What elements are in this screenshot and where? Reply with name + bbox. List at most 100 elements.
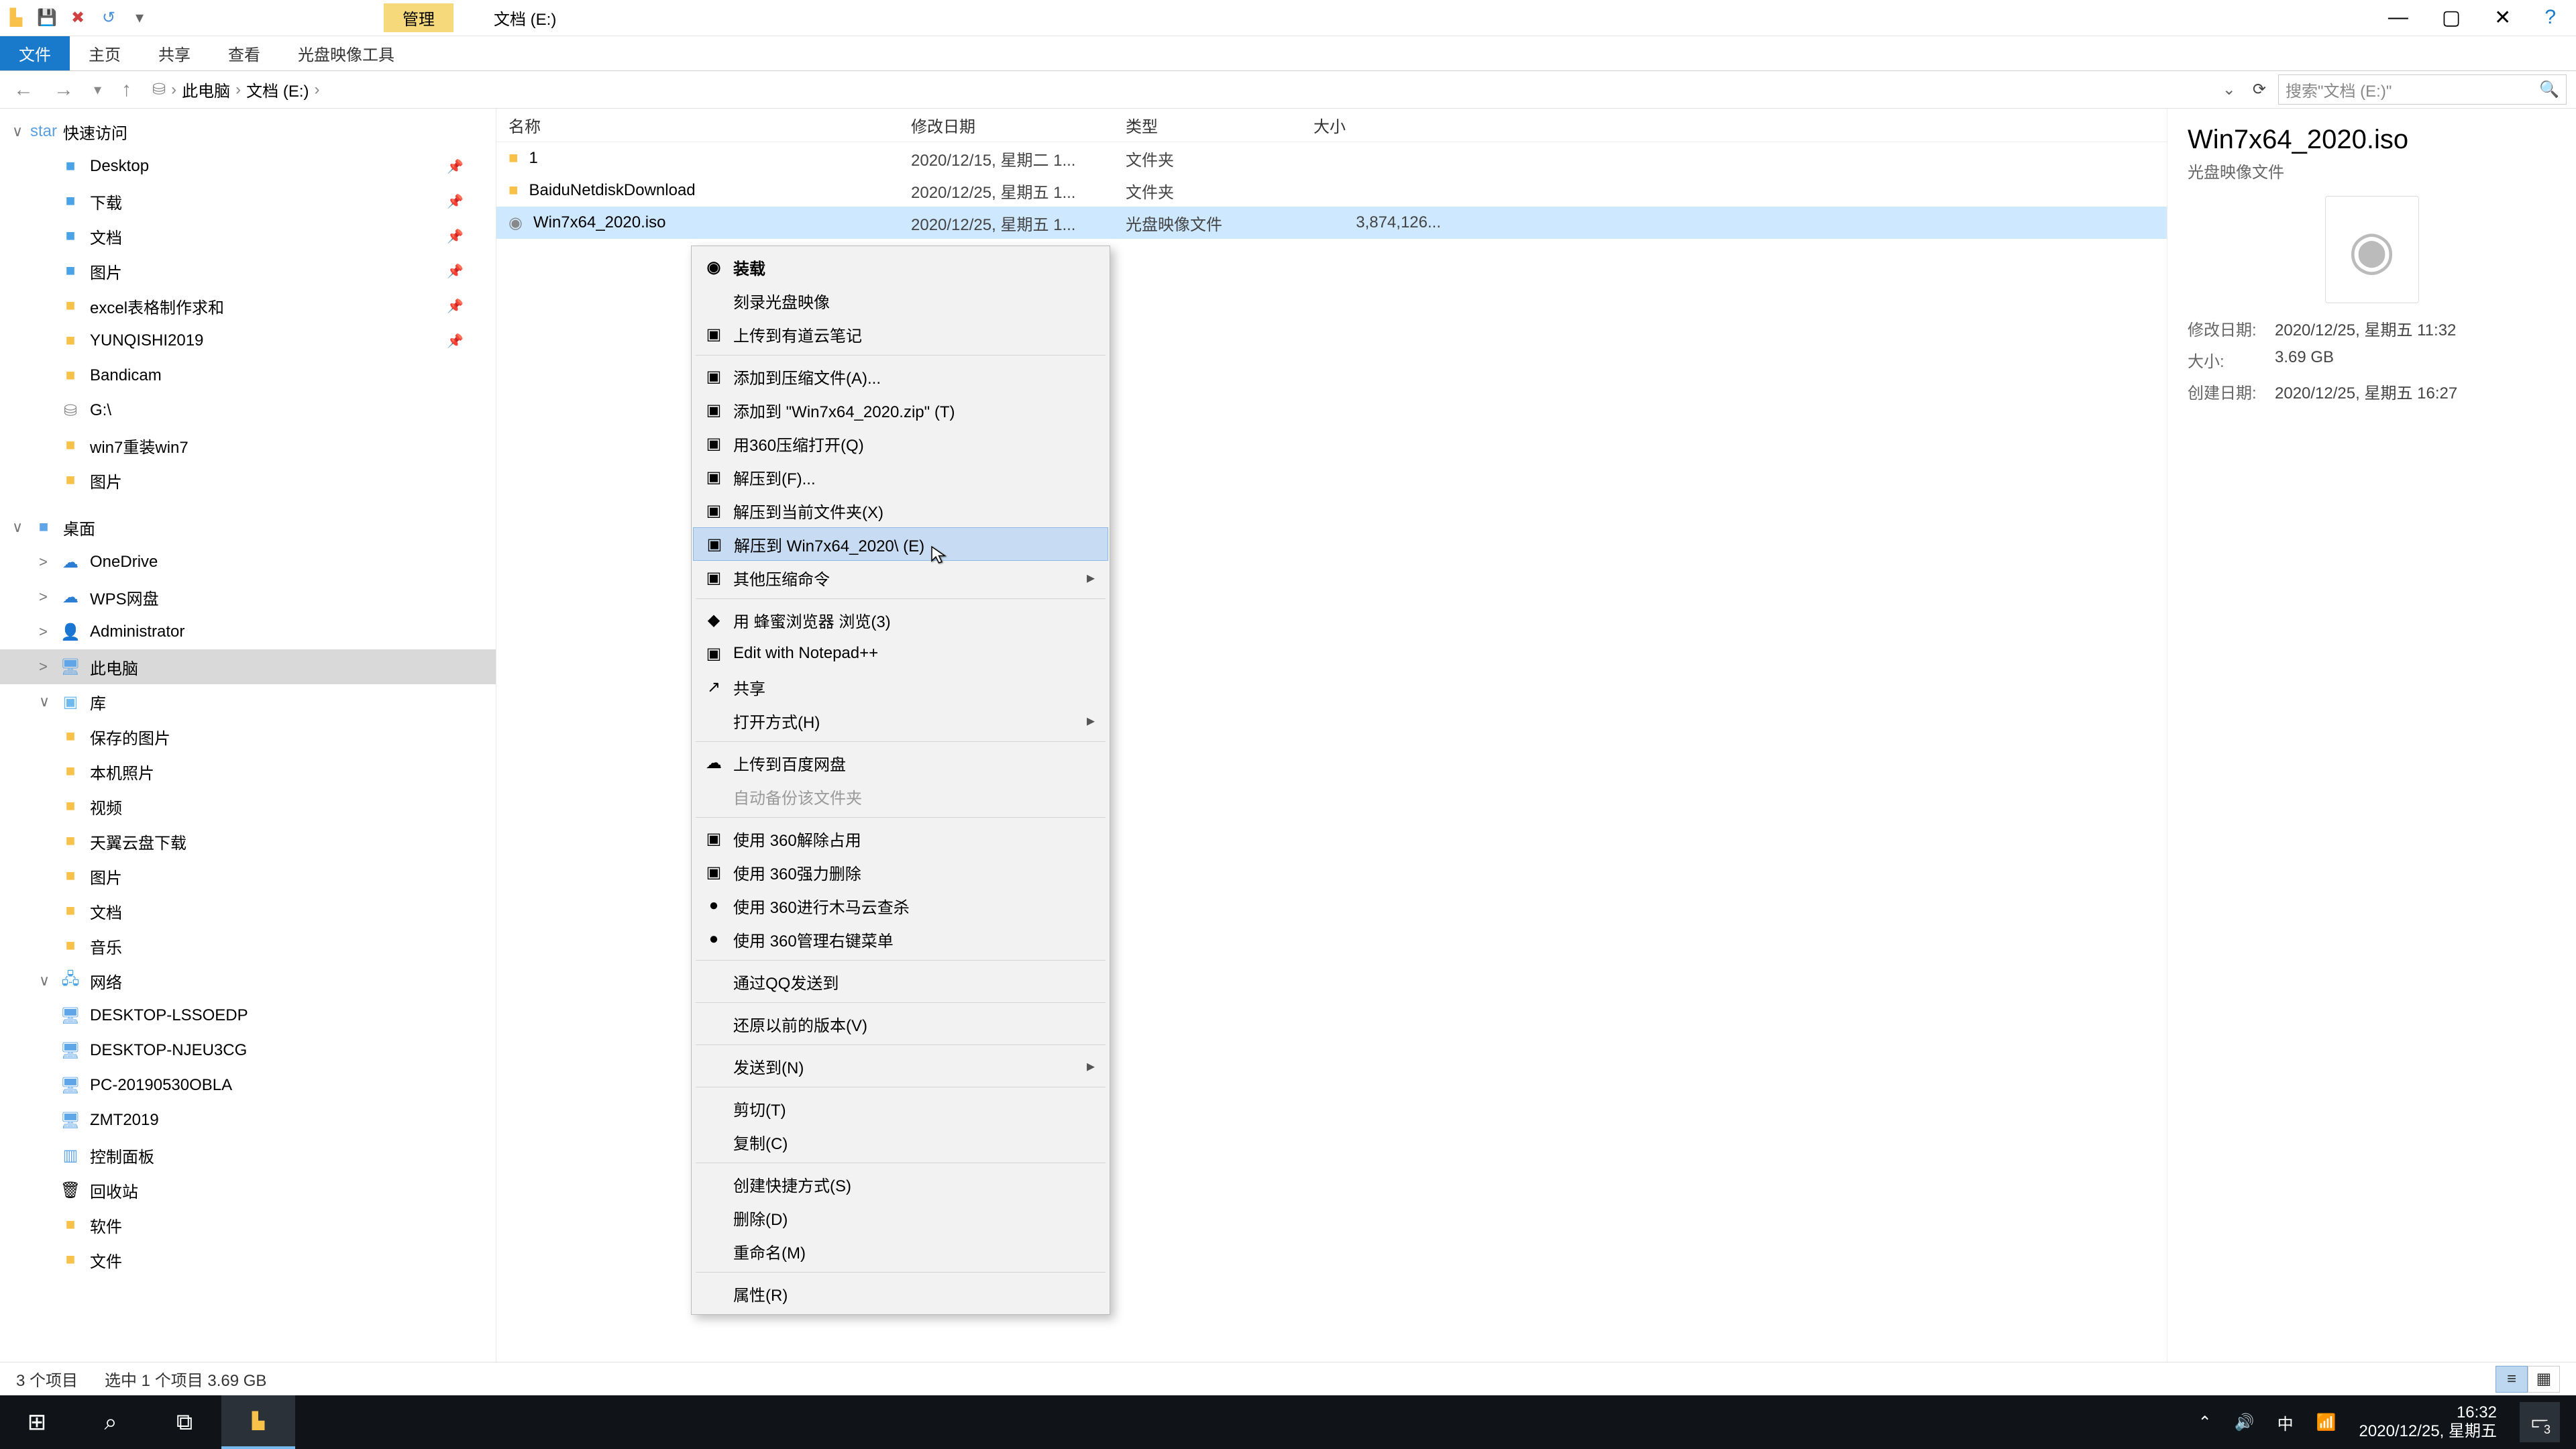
- taskbar-search-button[interactable]: ⌕: [74, 1395, 148, 1449]
- context-menu-item[interactable]: ▣使用 360强力删除: [693, 855, 1108, 889]
- context-menu-item[interactable]: 通过QQ发送到: [693, 965, 1108, 998]
- context-menu-item[interactable]: ▣Edit with Notepad++: [693, 637, 1108, 670]
- nav-item[interactable]: ■图片: [0, 463, 496, 498]
- taskbar[interactable]: ⊞ ⌕ ⧉ ▙ ⌃ 🔊 中 📶 16:32 2020/12/25, 星期五 ▭3: [0, 1395, 2576, 1449]
- context-menu-item[interactable]: ▣解压到(F)...: [693, 460, 1108, 494]
- nav-item[interactable]: ■音乐: [0, 928, 496, 963]
- nav-up-button[interactable]: ↑: [117, 78, 136, 101]
- file-row[interactable]: ◉Win7x64_2020.iso2020/12/25, 星期五 1...光盘映…: [496, 207, 2167, 239]
- chevron-icon[interactable]: ›: [314, 80, 319, 99]
- context-menu-item[interactable]: 重命名(M): [693, 1234, 1108, 1268]
- expand-chevron-icon[interactable]: ∨: [12, 519, 23, 536]
- breadcrumb-bar[interactable]: ⛁ › 此电脑 › 文档 (E:) › ⌄: [148, 74, 2241, 105]
- context-menu-item[interactable]: ▣解压到当前文件夹(X): [693, 494, 1108, 527]
- nav-item[interactable]: ■下载📌: [0, 184, 496, 219]
- context-menu-item[interactable]: ●使用 360进行木马云查杀: [693, 889, 1108, 922]
- nav-item[interactable]: ■win7重装win7: [0, 428, 496, 463]
- nav-item[interactable]: 🗑回收站: [0, 1173, 496, 1208]
- minimize-button[interactable]: —: [2388, 6, 2408, 30]
- expand-chevron-icon[interactable]: ∨: [39, 693, 50, 710]
- chevron-icon[interactable]: ›: [235, 80, 241, 99]
- nav-item[interactable]: ■软件: [0, 1208, 496, 1242]
- nav-item[interactable]: ■图片: [0, 859, 496, 894]
- nav-item[interactable]: ∨star快速访问: [0, 114, 496, 149]
- view-details-button[interactable]: ≡: [2496, 1366, 2528, 1393]
- col-size[interactable]: 大小: [1313, 113, 1448, 137]
- context-menu-item[interactable]: ▣使用 360解除占用: [693, 822, 1108, 855]
- search-box[interactable]: 搜索"文档 (E:)" 🔍: [2278, 74, 2567, 105]
- nav-item[interactable]: ⛁G:\: [0, 393, 496, 428]
- nav-item[interactable]: ■YUNQISHI2019📌: [0, 323, 496, 358]
- tray-ime-icon[interactable]: 中: [2277, 1411, 2294, 1434]
- qat-save-icon[interactable]: 💾: [38, 9, 56, 28]
- context-menu-item[interactable]: 刻录光盘映像: [693, 284, 1108, 317]
- column-headers[interactable]: 名称 修改日期 类型 大小: [496, 109, 2167, 142]
- taskbar-clock[interactable]: 16:32 2020/12/25, 星期五: [2359, 1403, 2497, 1441]
- nav-item[interactable]: ■图片📌: [0, 254, 496, 288]
- context-menu-item[interactable]: ▣用360压缩打开(Q): [693, 427, 1108, 460]
- nav-item[interactable]: ■Bandicam: [0, 358, 496, 393]
- nav-item[interactable]: ■excel表格制作求和📌: [0, 288, 496, 323]
- ribbon-tab-file[interactable]: 文件: [0, 36, 70, 70]
- navigation-pane[interactable]: ∨star快速访问■Desktop📌■下载📌■文档📌■图片📌■excel表格制作…: [0, 109, 496, 1362]
- breadcrumb-item[interactable]: 此电脑: [182, 78, 230, 101]
- search-icon[interactable]: 🔍: [2539, 80, 2559, 99]
- nav-item[interactable]: ▥控制面板: [0, 1138, 496, 1173]
- nav-item[interactable]: ■文档: [0, 894, 496, 928]
- close-button[interactable]: ✕: [2494, 6, 2511, 30]
- qat-folder-icon[interactable]: ▙: [7, 9, 25, 28]
- nav-item[interactable]: >☁OneDrive: [0, 545, 496, 580]
- context-menu-item[interactable]: 打开方式(H)▸: [693, 704, 1108, 737]
- context-menu-item[interactable]: ◆用 蜂蜜浏览器 浏览(3): [693, 603, 1108, 637]
- refresh-button[interactable]: ⟳: [2253, 80, 2266, 99]
- nav-item[interactable]: ∨▣库: [0, 684, 496, 719]
- expand-chevron-icon[interactable]: >: [39, 588, 48, 606]
- nav-item[interactable]: ■文件: [0, 1242, 496, 1277]
- qat-dropdown-icon[interactable]: ▾: [130, 9, 149, 28]
- start-button[interactable]: ⊞: [0, 1395, 74, 1449]
- context-menu-item[interactable]: 属性(R): [693, 1277, 1108, 1310]
- nav-item[interactable]: ■Desktop📌: [0, 149, 496, 184]
- nav-item[interactable]: >👤Administrator: [0, 614, 496, 649]
- context-menu-item[interactable]: 复制(C): [693, 1125, 1108, 1159]
- ribbon-tab-home[interactable]: 主页: [70, 36, 140, 70]
- ribbon-tab-share[interactable]: 共享: [140, 36, 209, 70]
- view-thumbnails-button[interactable]: ▦: [2528, 1366, 2560, 1393]
- context-menu-item[interactable]: ▣其他压缩命令▸: [693, 561, 1108, 594]
- context-menu-item[interactable]: 剪切(T): [693, 1091, 1108, 1125]
- expand-chevron-icon[interactable]: >: [39, 658, 48, 676]
- tray-volume-icon[interactable]: 🔊: [2235, 1413, 2255, 1432]
- help-icon[interactable]: ?: [2544, 6, 2556, 30]
- context-menu-item[interactable]: 删除(D): [693, 1201, 1108, 1234]
- nav-item[interactable]: 🖥DESKTOP-NJEU3CG: [0, 1033, 496, 1068]
- address-dropdown-icon[interactable]: ⌄: [2222, 80, 2236, 99]
- nav-item[interactable]: 🖥DESKTOP-LSSOEDP: [0, 998, 496, 1033]
- tray-network-icon[interactable]: 📶: [2316, 1413, 2337, 1432]
- nav-item[interactable]: ∨🖧网络: [0, 963, 496, 998]
- nav-item[interactable]: >🖥此电脑: [0, 649, 496, 684]
- taskbar-explorer-button[interactable]: ▙: [221, 1395, 295, 1449]
- expand-chevron-icon[interactable]: >: [39, 553, 48, 571]
- context-menu-item[interactable]: ▣上传到有道云笔记: [693, 317, 1108, 351]
- context-menu-item[interactable]: ▣添加到 "Win7x64_2020.zip" (T): [693, 393, 1108, 427]
- nav-item[interactable]: 🖥ZMT2019: [0, 1103, 496, 1138]
- task-view-button[interactable]: ⧉: [148, 1395, 221, 1449]
- file-row[interactable]: ■BaiduNetdiskDownload2020/12/25, 星期五 1..…: [496, 174, 2167, 207]
- expand-chevron-icon[interactable]: >: [39, 623, 48, 641]
- nav-item[interactable]: ■文档📌: [0, 219, 496, 254]
- tray-overflow-icon[interactable]: ⌃: [2198, 1413, 2212, 1432]
- maximize-button[interactable]: ▢: [2442, 6, 2461, 30]
- ribbon-tab-view[interactable]: 查看: [209, 36, 279, 70]
- nav-item[interactable]: ∨■桌面: [0, 510, 496, 545]
- context-menu-item[interactable]: ▣解压到 Win7x64_2020\ (E): [693, 527, 1108, 561]
- nav-item[interactable]: ■本机照片: [0, 754, 496, 789]
- nav-item[interactable]: ■保存的图片: [0, 719, 496, 754]
- nav-history-dropdown[interactable]: ▾: [90, 81, 105, 99]
- context-menu-item[interactable]: 还原以前的版本(V): [693, 1007, 1108, 1040]
- context-menu-item[interactable]: ↗共享: [693, 670, 1108, 704]
- nav-item[interactable]: >☁WPS网盘: [0, 580, 496, 614]
- nav-item[interactable]: ■天翼云盘下载: [0, 824, 496, 859]
- qat-undo-icon[interactable]: ↺: [99, 9, 118, 28]
- action-center-button[interactable]: ▭3: [2520, 1402, 2560, 1442]
- context-menu-item[interactable]: ◉装载: [693, 250, 1108, 284]
